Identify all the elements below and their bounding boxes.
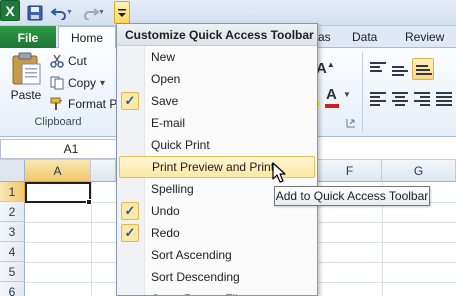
- row-header-2[interactable]: 2: [0, 202, 25, 222]
- row-header-4[interactable]: 4: [0, 242, 25, 262]
- align-right-icon[interactable]: [414, 92, 430, 106]
- checkmark-icon: ✓: [121, 202, 139, 220]
- menu-item-label: Sort Ascending: [151, 248, 232, 262]
- save-icon[interactable]: [26, 3, 44, 23]
- cut-button[interactable]: Cut: [50, 52, 87, 70]
- font-dialog-launcher-icon[interactable]: [346, 118, 356, 128]
- undo-dropdown-icon[interactable]: ▼: [66, 9, 73, 16]
- tab-home[interactable]: Home: [58, 26, 116, 49]
- bottom-align-button[interactable]: [412, 58, 434, 80]
- menu-title: Customize Quick Access Toolbar: [117, 24, 317, 46]
- tab-review[interactable]: Review: [405, 30, 444, 44]
- menu-item-label: Sort Descending: [151, 270, 240, 284]
- paste-label: Paste: [10, 88, 42, 102]
- active-cell-a1[interactable]: [25, 182, 91, 203]
- scissors-icon: [50, 54, 64, 68]
- redo-dropdown-icon[interactable]: ▼: [98, 9, 105, 16]
- tab-data[interactable]: Data: [352, 30, 377, 44]
- select-all-corner[interactable]: [0, 160, 25, 182]
- menu-item-label: Redo: [151, 226, 180, 240]
- menu-item-redo[interactable]: ✓ Redo: [117, 222, 317, 244]
- clipboard-icon: [12, 52, 41, 85]
- fill-handle[interactable]: [86, 199, 92, 205]
- paste-button[interactable]: Paste: [8, 52, 44, 108]
- tab-file[interactable]: File: [0, 26, 56, 49]
- format-painter-button[interactable]: Format Pa: [50, 95, 124, 113]
- menu-item-open-recent-file[interactable]: Open Recent File: [117, 288, 317, 295]
- excel-app-icon[interactable]: X: [0, 0, 20, 21]
- checkmark-icon: ✓: [121, 224, 139, 242]
- menu-item-label: E-mail: [151, 116, 186, 130]
- redo-icon[interactable]: ▼: [80, 3, 105, 23]
- menu-item-label: Undo: [151, 204, 180, 218]
- menu-item-sort-descending[interactable]: Sort Descending: [117, 266, 317, 288]
- menu-item-label: Spelling: [151, 182, 194, 196]
- menu-item-label: New: [151, 50, 176, 64]
- copy-icon: [50, 76, 64, 90]
- align-center-icon[interactable]: [392, 92, 408, 106]
- menu-item-open[interactable]: Open: [117, 68, 317, 90]
- middle-align-icon[interactable]: [392, 66, 408, 80]
- font-color-dropdown-icon[interactable]: ▼: [343, 90, 351, 99]
- row-header-5[interactable]: 5: [0, 262, 25, 282]
- tooltip: Add to Quick Access Toolbar: [274, 186, 430, 206]
- row-header-1[interactable]: 1: [0, 182, 25, 202]
- align-left-icon[interactable]: [370, 92, 386, 106]
- column-header-g[interactable]: G: [382, 160, 456, 182]
- top-align-icon[interactable]: [370, 62, 386, 76]
- checkmark-icon: ✓: [121, 92, 139, 110]
- menu-item-e-mail[interactable]: E-mail: [117, 112, 317, 134]
- row-header-3[interactable]: 3: [0, 222, 25, 242]
- cut-label: Cut: [68, 54, 87, 68]
- column-header-a[interactable]: A: [25, 160, 91, 182]
- justify-icon[interactable]: [436, 92, 452, 106]
- customize-quick-access-menu: Customize Quick Access Toolbar New Open ✓ S…: [116, 23, 318, 296]
- paintbrush-icon: [50, 97, 62, 110]
- font-color-bar: [325, 104, 339, 108]
- group-divider: [362, 52, 363, 132]
- clipboard-group-label: Clipboard: [34, 116, 82, 128]
- grow-font-icon[interactable]: A▲: [316, 60, 335, 77]
- mouse-cursor-icon: [272, 162, 286, 183]
- menu-item-label: Quick Print: [151, 138, 210, 152]
- menu-item-new[interactable]: New: [117, 46, 317, 68]
- menu-item-label: Save: [151, 94, 179, 108]
- row-header-6[interactable]: 6: [0, 282, 25, 296]
- column-header-f[interactable]: F: [318, 160, 382, 182]
- font-color-icon[interactable]: A: [326, 86, 337, 103]
- undo-icon[interactable]: ▼: [48, 3, 73, 23]
- menu-item-label: Open: [151, 72, 181, 86]
- menu-item-label: Open Recent File: [151, 292, 244, 295]
- bottom-align-icon: [416, 65, 432, 79]
- menu-item-sort-ascending[interactable]: Sort Ascending: [117, 244, 317, 266]
- menu-item-quick-print[interactable]: Quick Print: [117, 134, 317, 156]
- copy-button[interactable]: Copy ▾: [50, 74, 105, 92]
- menu-item-save[interactable]: ✓ Save: [117, 90, 317, 112]
- copy-label: Copy: [68, 76, 97, 90]
- column-header-b[interactable]: [91, 160, 116, 182]
- copy-dropdown-icon[interactable]: ▾: [100, 78, 105, 89]
- customize-quick-access-button[interactable]: [114, 1, 130, 24]
- menu-item-label: Print Preview and Print: [152, 160, 275, 174]
- tab-formulas-partial[interactable]: as: [318, 30, 331, 44]
- chevron-down-icon: [118, 8, 126, 17]
